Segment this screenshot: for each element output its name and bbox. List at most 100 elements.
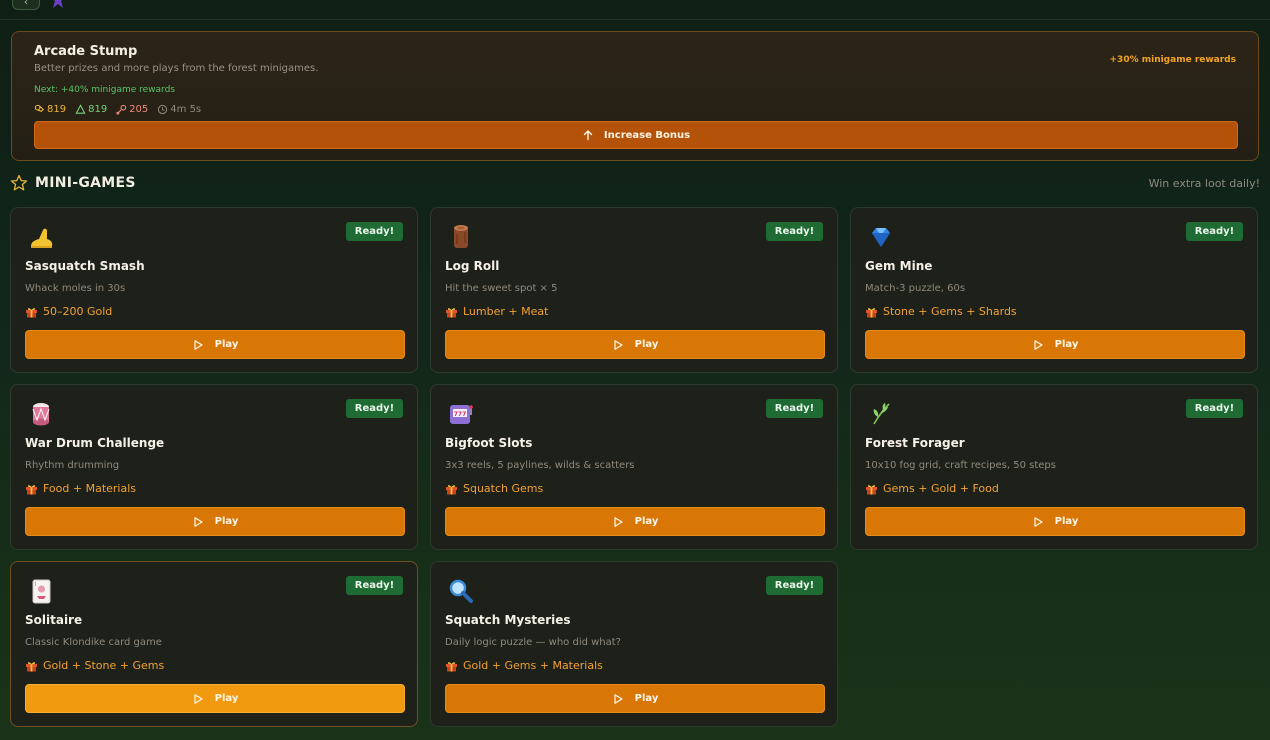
section-title: MINI-GAMES <box>35 175 136 191</box>
playing-card-icon: J <box>26 576 56 606</box>
game-card: 777 Ready! Bigfoot Slots 3x3 reels, 5 pa… <box>430 384 838 550</box>
game-reward-text: Stone + Gems + Shards <box>883 305 1017 318</box>
game-description: 3x3 reels, 5 paylines, wilds & scatters <box>445 460 635 471</box>
play-icon <box>614 339 623 350</box>
game-description: Hit the sweet spot × 5 <box>445 283 558 294</box>
game-title: War Drum Challenge <box>25 436 165 450</box>
game-reward: Gems + Gold + Food <box>865 482 999 495</box>
game-title: Bigfoot Slots <box>445 436 533 450</box>
play-icon <box>1034 339 1043 350</box>
game-reward: Lumber + Meat <box>445 305 548 318</box>
gift-icon <box>866 484 877 494</box>
game-reward-text: Squatch Gems <box>463 482 544 495</box>
game-reward-text: Gems + Gold + Food <box>883 482 999 495</box>
play-label: Play <box>1054 516 1079 527</box>
game-description: Daily logic puzzle — who did what? <box>445 637 621 648</box>
play-icon <box>194 339 203 350</box>
lumber-cost: 819 <box>34 104 66 115</box>
game-reward-text: 50–200 Gold <box>43 305 113 318</box>
game-title: Sasquatch Smash <box>25 259 145 273</box>
game-description: Classic Klondike card game <box>25 637 162 648</box>
time-cost-value: 4m 5s <box>170 103 202 115</box>
play-button[interactable]: Play <box>865 330 1245 359</box>
bonus-title: Arcade Stump <box>34 44 138 59</box>
game-reward: Food + Materials <box>25 482 136 495</box>
ready-badge: Ready! <box>766 222 823 241</box>
herb-icon <box>866 399 896 429</box>
mini-games-header: MINI-GAMES Win extra loot daily! <box>10 173 1260 193</box>
log-icon <box>446 222 476 252</box>
play-button[interactable]: Play <box>865 507 1245 536</box>
play-button[interactable]: Play <box>25 684 405 713</box>
game-title: Gem Mine <box>865 259 933 273</box>
increase-bonus-button[interactable]: Increase Bonus <box>34 121 1238 149</box>
play-icon <box>614 693 623 704</box>
magnifying-glass-icon <box>446 576 476 606</box>
lumber-icon <box>34 104 44 112</box>
play-button[interactable]: Play <box>25 330 405 359</box>
stone-cost-value: 819 <box>88 103 108 115</box>
game-reward: Gold + Gems + Materials <box>445 659 603 672</box>
time-cost: 4m 5s <box>157 104 201 115</box>
game-card: Ready! Sasquatch Smash Whack moles in 30… <box>10 207 418 373</box>
game-reward: Stone + Gems + Shards <box>865 305 1017 318</box>
game-reward-text: Gold + Stone + Gems <box>43 659 165 672</box>
play-icon <box>194 516 203 527</box>
arrow-up-icon <box>583 130 593 141</box>
ready-badge: Ready! <box>766 399 823 418</box>
ready-badge: Ready! <box>766 576 823 595</box>
arcade-stump-panel: Arcade Stump Better prizes and more play… <box>11 31 1259 161</box>
back-button[interactable]: ‹ <box>12 0 40 10</box>
clock-icon <box>158 104 168 114</box>
game-reward-text: Food + Materials <box>43 482 137 495</box>
play-button[interactable]: Play <box>445 684 825 713</box>
play-button[interactable]: Play <box>445 507 825 536</box>
top-bar: ‹ <box>0 0 1270 20</box>
game-title: Log Roll <box>445 259 500 273</box>
meat-icon <box>116 104 127 115</box>
game-reward: 50–200 Gold <box>25 305 112 318</box>
current-bonus: +30% minigame rewards <box>1109 55 1236 65</box>
gift-icon <box>866 307 877 317</box>
gift-icon <box>26 661 37 671</box>
game-reward-text: Gold + Gems + Materials <box>463 659 603 672</box>
next-bonus: Next: +40% minigame rewards <box>34 85 175 95</box>
game-title: Squatch Mysteries <box>445 613 571 627</box>
arcade-icon <box>53 0 63 8</box>
ready-badge: Ready! <box>1186 222 1243 241</box>
gift-icon <box>446 484 457 494</box>
game-reward: Squatch Gems <box>445 482 543 495</box>
game-description: 10x10 fog grid, craft recipes, 50 steps <box>865 460 1056 471</box>
play-button[interactable]: Play <box>445 330 825 359</box>
gem-icon <box>866 222 896 252</box>
gift-icon <box>26 307 37 317</box>
game-description: Whack moles in 30s <box>25 283 126 294</box>
gift-icon <box>26 484 37 494</box>
play-label: Play <box>634 339 659 350</box>
play-icon <box>614 516 623 527</box>
meat-cost-value: 205 <box>129 103 149 115</box>
section-note: Win extra loot daily! <box>1148 177 1260 190</box>
game-reward-text: Lumber + Meat <box>463 305 549 318</box>
play-label: Play <box>214 516 239 527</box>
game-card: Ready! Log Roll Hit the sweet spot × 5 L… <box>430 207 838 373</box>
game-title: Forest Forager <box>865 436 965 450</box>
play-label: Play <box>214 693 239 704</box>
sasquatch-foot-icon <box>26 222 56 252</box>
play-button[interactable]: Play <box>25 507 405 536</box>
play-icon <box>194 693 203 704</box>
game-card: Ready! War Drum Challenge Rhythm drummin… <box>10 384 418 550</box>
game-card: Ready! Forest Forager 10x10 fog grid, cr… <box>850 384 1258 550</box>
play-label: Play <box>214 339 239 350</box>
ready-badge: Ready! <box>346 399 403 418</box>
ready-badge: Ready! <box>1186 399 1243 418</box>
upgrade-costs: 819 819 205 4m 5s <box>34 102 201 116</box>
game-description: Match-3 puzzle, 60s <box>865 283 966 294</box>
gift-icon <box>446 661 457 671</box>
play-label: Play <box>634 693 659 704</box>
increase-bonus-label: Increase Bonus <box>603 129 691 141</box>
meat-cost: 205 <box>116 104 148 115</box>
game-reward: Gold + Stone + Gems <box>25 659 164 672</box>
svg-text:777: 777 <box>454 411 467 418</box>
star-icon <box>10 174 28 191</box>
